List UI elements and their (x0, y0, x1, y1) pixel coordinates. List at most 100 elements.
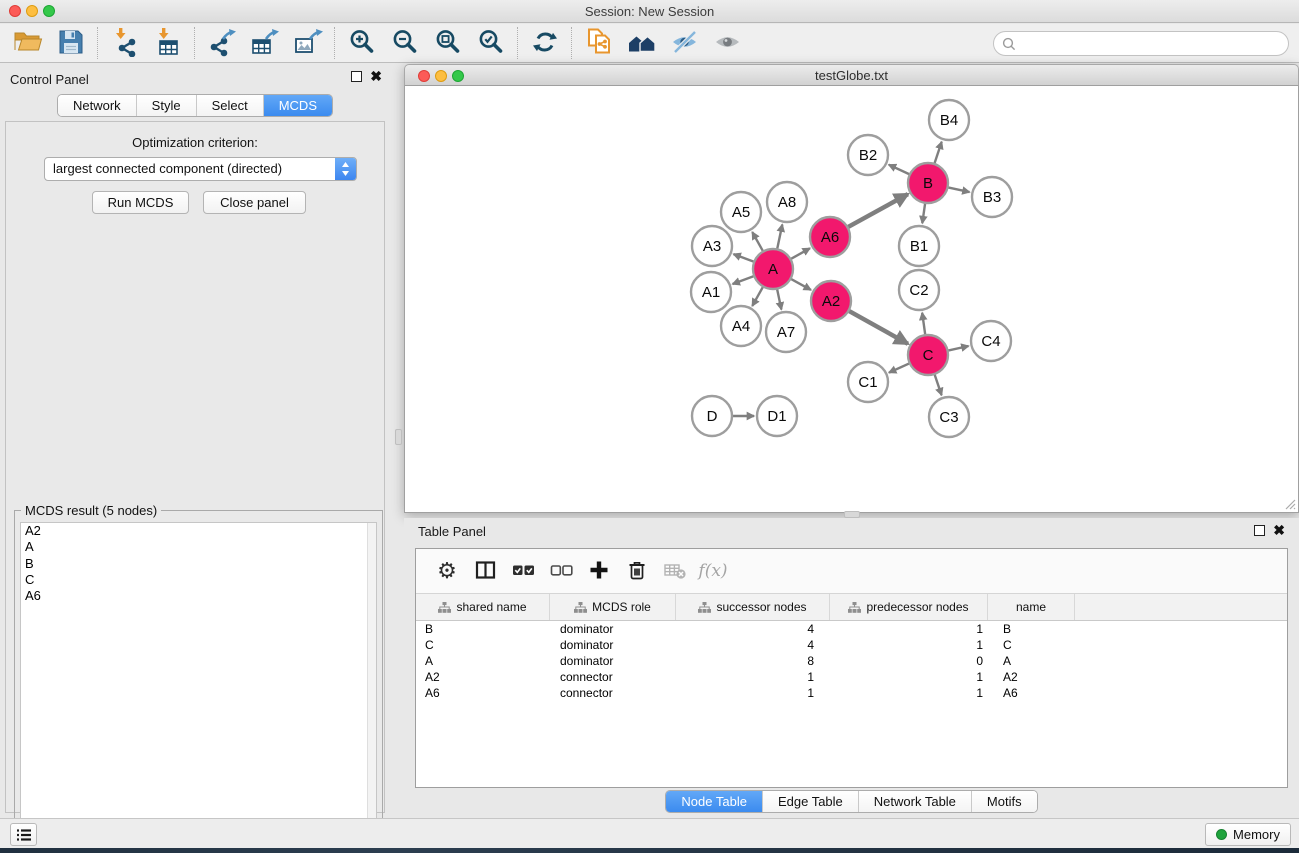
search-input[interactable] (1021, 35, 1288, 53)
table-row-C[interactable]: Cdominator41C (416, 637, 1287, 653)
column-header-predecessor-nodes[interactable]: predecessor nodes (830, 594, 988, 620)
column-header-MCDS-role[interactable]: MCDS role (550, 594, 676, 620)
table-cell[interactable]: 1 (830, 670, 988, 684)
graph-edge-A-A1[interactable] (733, 276, 755, 284)
table-cell[interactable]: A2 (416, 670, 550, 684)
tab-network[interactable]: Network (58, 95, 136, 116)
table-cell[interactable]: 1 (830, 638, 988, 652)
run-mcds-button[interactable]: Run MCDS (92, 191, 189, 214)
graph-edge-C-C3[interactable] (934, 374, 941, 395)
graph-edge-A-A4[interactable] (752, 286, 763, 306)
table-tab-motifs[interactable]: Motifs (971, 791, 1037, 812)
table-row-A6[interactable]: A6connector11A6 (416, 685, 1287, 701)
graph-edge-A2-C[interactable] (849, 311, 908, 344)
table-row-A[interactable]: Adominator80A (416, 653, 1287, 669)
table-cell[interactable]: 4 (676, 638, 830, 652)
criterion-select[interactable]: largest connected component (directed) (44, 157, 357, 181)
table-cell[interactable]: C (988, 638, 1075, 652)
zoom-out-button[interactable] (383, 26, 426, 60)
table-cell[interactable]: 8 (676, 654, 830, 668)
result-scrollbar[interactable] (367, 523, 376, 850)
table-cell[interactable]: A2 (988, 670, 1075, 684)
graph-edge-B-B4[interactable] (934, 142, 941, 164)
close-panel-button[interactable]: Close panel (203, 191, 306, 214)
open-session-button[interactable] (6, 26, 49, 60)
table-cell[interactable]: dominator (550, 654, 676, 668)
zoom-fit-button[interactable] (426, 26, 469, 60)
mcds-result-item[interactable]: A2 (21, 523, 376, 539)
graph-edge-C-C4[interactable] (948, 346, 969, 351)
column-header-shared-name[interactable]: shared name (416, 594, 550, 620)
graph-edge-B-B3[interactable] (948, 187, 970, 192)
table-close-icon[interactable]: ✖ (1273, 525, 1285, 536)
table-cell[interactable]: A6 (416, 686, 550, 700)
column-header-name[interactable]: name (988, 594, 1075, 620)
mcds-result-item[interactable]: C (21, 572, 376, 588)
table-cell[interactable]: connector (550, 686, 676, 700)
first-neighbors-button[interactable] (620, 26, 663, 60)
tab-select[interactable]: Select (196, 95, 263, 116)
new-network-from-selection-button[interactable] (577, 26, 620, 60)
graph-edge-A-A6[interactable] (790, 248, 810, 259)
graph-edge-B-B1[interactable] (922, 203, 925, 223)
table-cell[interactable]: 0 (830, 654, 988, 668)
table-cell[interactable]: A (416, 654, 550, 668)
table-cell[interactable]: B (988, 622, 1075, 636)
hide-selected-button[interactable] (663, 26, 706, 60)
table-tab-network-table[interactable]: Network Table (858, 791, 971, 812)
table-tab-node-table[interactable]: Node Table (666, 791, 762, 812)
table-cell[interactable]: 1 (830, 686, 988, 700)
export-network-button[interactable] (200, 26, 243, 60)
table-cell[interactable]: 1 (830, 622, 988, 636)
close-panel-icon[interactable]: ✖ (370, 71, 382, 82)
graph-edge-C-C2[interactable] (922, 313, 925, 335)
resize-grip-icon[interactable] (1283, 497, 1296, 510)
table-cell[interactable]: B (416, 622, 550, 636)
export-image-button[interactable] (286, 26, 329, 60)
mcds-result-item[interactable]: B (21, 556, 376, 572)
zoom-in-button[interactable] (340, 26, 383, 60)
save-session-button[interactable] (49, 26, 92, 60)
table-row-A2[interactable]: A2connector11A2 (416, 669, 1287, 685)
table-cell[interactable]: dominator (550, 638, 676, 652)
import-network-button[interactable] (103, 26, 146, 60)
table-cell[interactable]: C (416, 638, 550, 652)
tab-style[interactable]: Style (136, 95, 196, 116)
memory-button[interactable]: Memory (1205, 823, 1291, 846)
table-cell[interactable]: 4 (676, 622, 830, 636)
graph-edge-C-C1[interactable] (889, 363, 910, 372)
table-cell[interactable]: connector (550, 670, 676, 684)
refresh-view-button[interactable] (523, 26, 566, 60)
select-all-button[interactable] (506, 554, 540, 588)
tab-mcds[interactable]: MCDS (263, 95, 332, 116)
table-cell[interactable]: A6 (988, 686, 1075, 700)
table-cell[interactable]: A (988, 654, 1075, 668)
table-cell[interactable]: dominator (550, 622, 676, 636)
delete-columns-button[interactable] (620, 554, 654, 588)
deselect-all-button[interactable] (544, 554, 578, 588)
table-settings-button[interactable]: ⚙ (430, 554, 464, 588)
mcds-result-item[interactable]: A6 (21, 588, 376, 604)
column-header-successor-nodes[interactable]: successor nodes (676, 594, 830, 620)
graph-edge-A6-B[interactable] (848, 194, 908, 227)
export-table-button[interactable] (243, 26, 286, 60)
vertical-divider-handle[interactable] (395, 429, 402, 445)
table-row-B[interactable]: Bdominator41B (416, 621, 1287, 637)
add-column-button[interactable] (582, 554, 616, 588)
import-table-button[interactable] (146, 26, 189, 60)
zoom-selected-button[interactable] (469, 26, 512, 60)
horizontal-divider-handle[interactable] (844, 511, 860, 518)
graph-edge-A-A5[interactable] (752, 232, 763, 252)
graph-edge-A-A2[interactable] (791, 279, 811, 290)
graph-edge-A-A7[interactable] (777, 289, 781, 310)
toggle-panel-split-button[interactable] (468, 554, 502, 588)
table-tab-edge-table[interactable]: Edge Table (762, 791, 858, 812)
show-all-button[interactable] (706, 26, 749, 60)
network-canvas[interactable]: B4B2BB3A8A5A6B1A3AC2A1A2A4A7C4CC1C3DD1 (404, 86, 1299, 513)
table-cell[interactable]: 1 (676, 670, 830, 684)
mcds-result-item[interactable]: A (21, 539, 376, 555)
graph-edge-B-B2[interactable] (889, 165, 910, 175)
table-cell[interactable]: 1 (676, 686, 830, 700)
graph-edge-A-A8[interactable] (777, 225, 782, 250)
float-panel-icon[interactable] (351, 71, 362, 82)
